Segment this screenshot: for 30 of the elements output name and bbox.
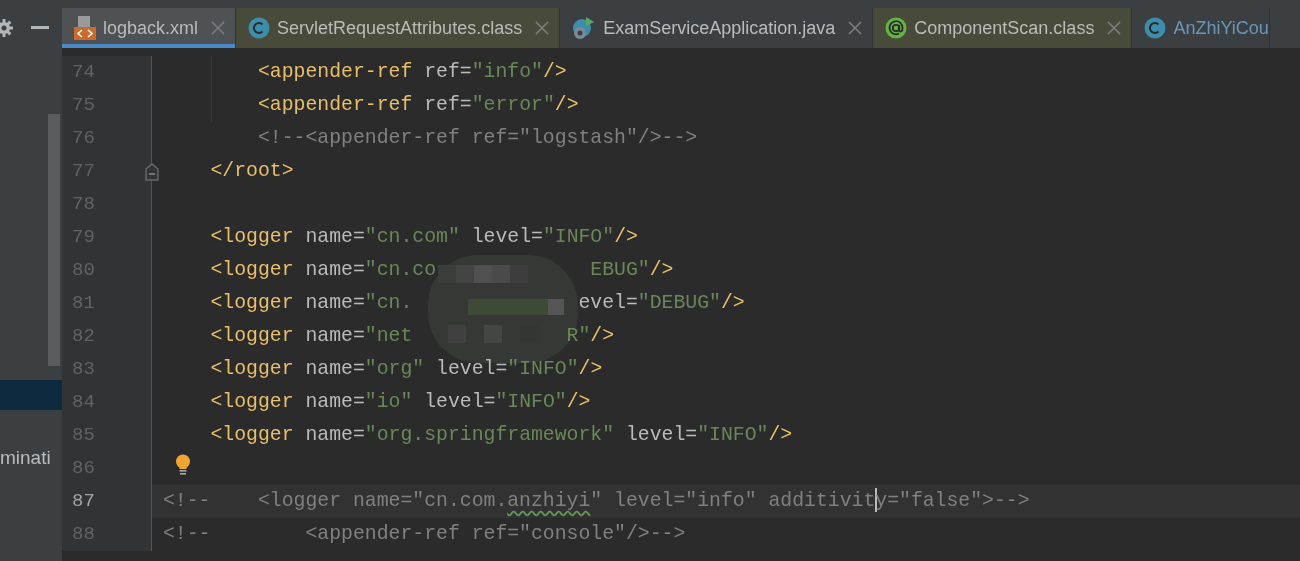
close-icon[interactable] — [1107, 21, 1122, 35]
minimize-icon[interactable] — [31, 26, 49, 30]
class-icon — [248, 17, 271, 39]
code-line: <appender-ref ref="info"/> — [256, 59, 567, 85]
code-line: </root> — [209, 158, 294, 184]
annotation-icon — [885, 17, 908, 39]
code-line: <logger name="cn. evel="DEBUG"/> — [209, 290, 745, 316]
close-icon[interactable] — [848, 21, 863, 35]
xml-file-icon — [74, 16, 96, 40]
close-icon[interactable] — [211, 21, 226, 35]
file-tab[interactable]: logback.xml — [62, 8, 237, 48]
code-line: <logger name="cn.com" level="INFO"/> — [209, 224, 638, 250]
code-line: <!--<appender-ref ref="logstash"/>--> — [256, 125, 698, 151]
code-line: <logger name="cn.co EBUG"/> — [209, 257, 674, 283]
lightbulb-icon[interactable] — [175, 454, 191, 476]
line-number: 87 — [72, 489, 95, 514]
file-tab[interactable]: ComponentScan.class — [873, 8, 1133, 48]
close-icon[interactable] — [535, 21, 550, 35]
tree-item-label[interactable]: minati — [0, 444, 51, 473]
code-line: <logger name="io" level="INFO"/> — [209, 389, 591, 415]
code-line: <logger name="net R"/> — [209, 323, 615, 349]
code-line: <logger name="org" level="INFO"/> — [209, 356, 603, 382]
settings-icon[interactable] — [0, 18, 14, 38]
code-line: <logger name="org.springframework" level="INFO"/> — [209, 422, 793, 448]
file-tab[interactable]: ServletRequestAttributes.class — [236, 8, 561, 48]
fold-icon[interactable] — [145, 163, 159, 181]
scrollbar-thumb[interactable] — [48, 114, 60, 366]
class-icon — [1144, 17, 1167, 39]
code-line: <!-- <appender-ref ref="console"/>--> — [162, 521, 686, 547]
code-line: <appender-ref ref="error"/> — [256, 92, 579, 118]
